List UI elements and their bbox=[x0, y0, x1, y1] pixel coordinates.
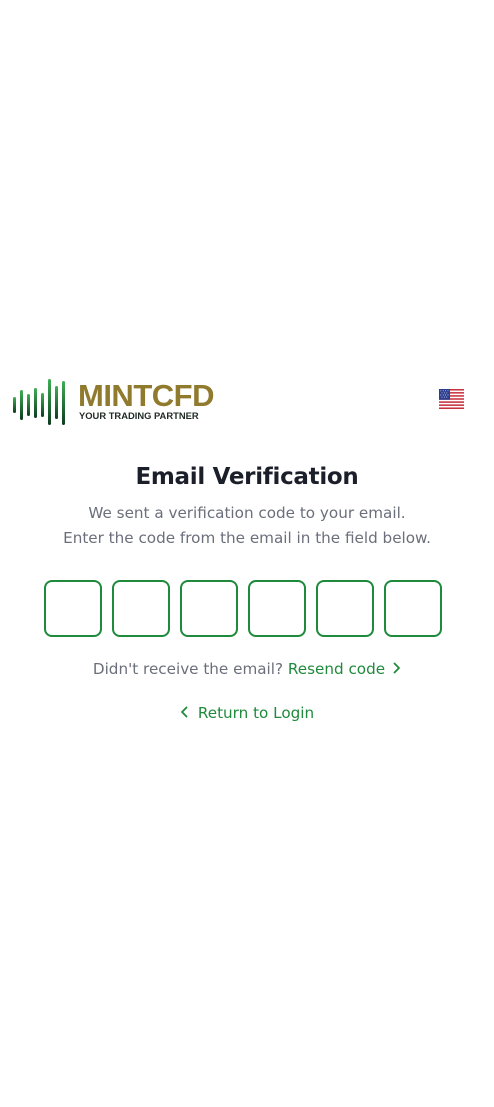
resend-code-label: Resend code bbox=[287, 660, 386, 678]
language-selector[interactable] bbox=[439, 389, 464, 409]
chevron-right-icon bbox=[393, 662, 400, 674]
chevron-left-icon bbox=[180, 706, 188, 718]
us-flag-icon bbox=[439, 389, 464, 409]
return-to-login-link[interactable]: Return to Login bbox=[0, 704, 494, 722]
code-digit-1[interactable] bbox=[44, 580, 102, 637]
description-line-1: We sent a verification code to your emai… bbox=[88, 504, 406, 522]
header: MINTCFD YOUR TRADING PARTNER bbox=[0, 372, 494, 428]
resend-prompt: Didn't receive the email? bbox=[92, 660, 284, 678]
brand-name: MINTCFD bbox=[78, 378, 214, 413]
description-line-2: Enter the code from the email in the fie… bbox=[63, 529, 431, 547]
code-digit-5[interactable] bbox=[316, 580, 374, 637]
brand-logo[interactable]: MINTCFD YOUR TRADING PARTNER bbox=[12, 376, 234, 425]
resend-code-link[interactable]: Resend code bbox=[288, 660, 401, 678]
return-to-login-label: Return to Login bbox=[197, 704, 315, 722]
page-title: Email Verification bbox=[135, 464, 359, 490]
verification-code-inputs bbox=[44, 580, 444, 637]
code-digit-4[interactable] bbox=[248, 580, 306, 637]
code-digit-3[interactable] bbox=[180, 580, 238, 637]
code-digit-2[interactable] bbox=[112, 580, 170, 637]
resend-row: Didn't receive the email? Resend code bbox=[0, 660, 494, 678]
logo-mark-icon bbox=[13, 379, 65, 425]
code-digit-6[interactable] bbox=[384, 580, 442, 637]
brand-tagline: YOUR TRADING PARTNER bbox=[79, 410, 199, 421]
